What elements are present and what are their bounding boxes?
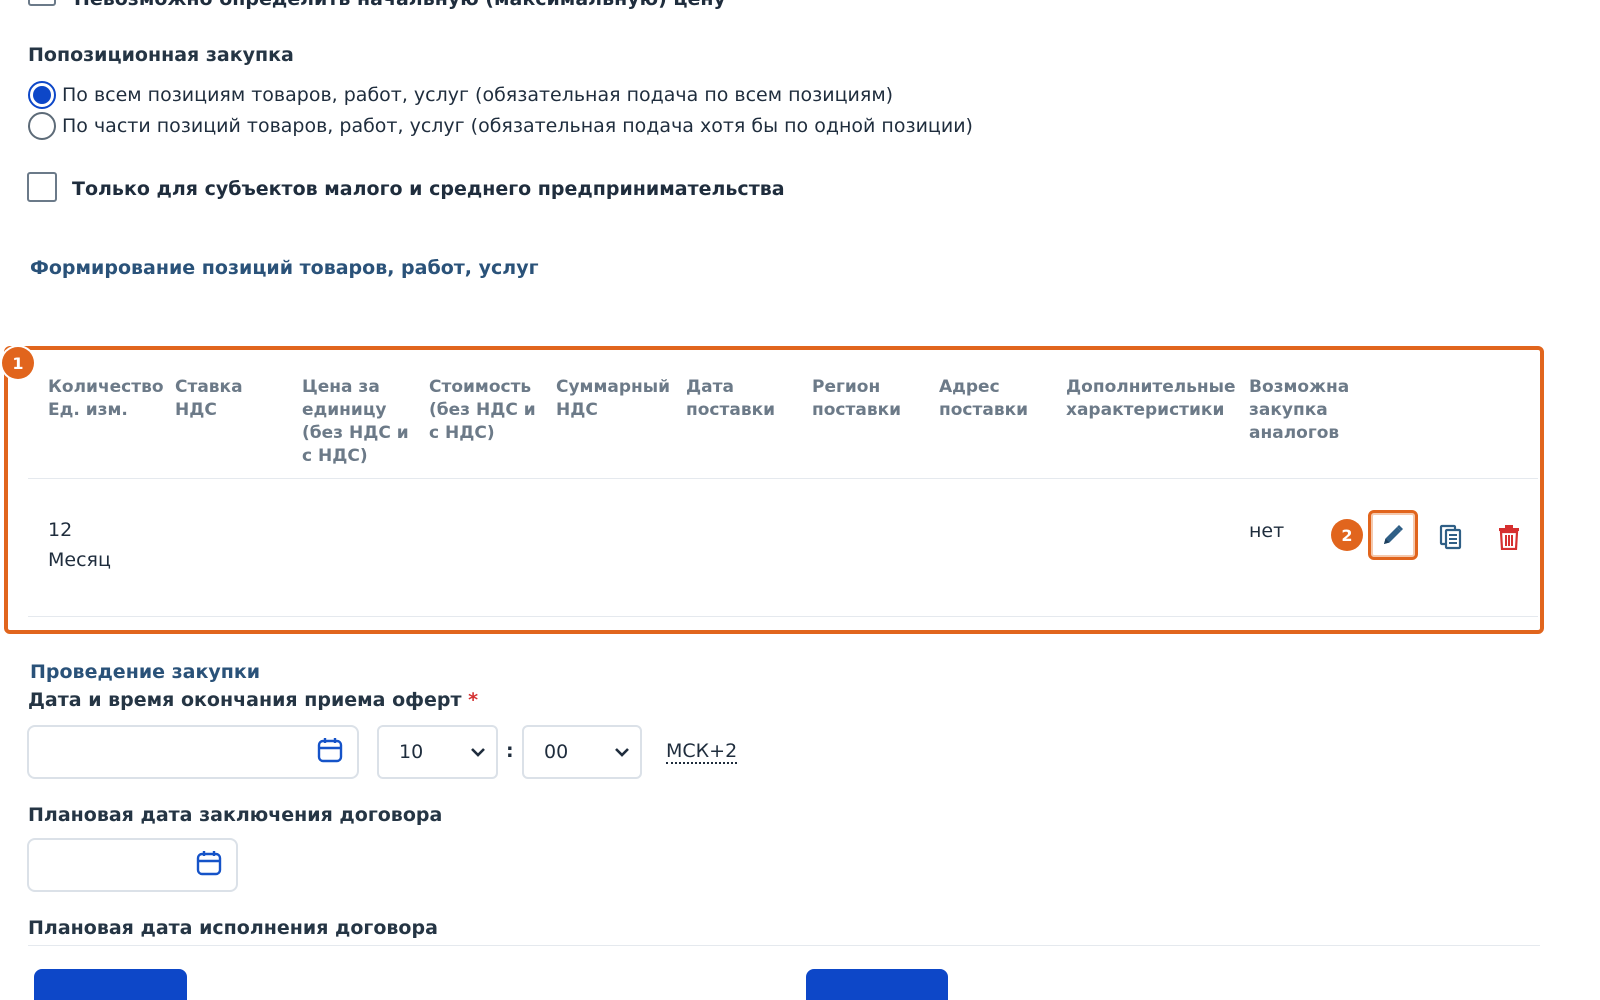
column-header-total-vat: Суммарный НДС bbox=[556, 377, 671, 420]
procurement-heading: Проведение закупки bbox=[30, 661, 261, 683]
minute-select[interactable]: 00 bbox=[522, 725, 642, 779]
column-header-delivery-region: Регион поставки bbox=[812, 377, 902, 420]
radio-part-positions-label: По части позиций товаров, работ, услуг (… bbox=[62, 115, 973, 137]
purchase-type-heading: Попозиционная закупка bbox=[28, 44, 294, 66]
page: Невозможно определить начальную (максима… bbox=[0, 0, 1600, 1000]
execution-date-label: Плановая дата исполнения договора bbox=[28, 917, 438, 939]
column-header-analogs: Возможна закупка аналогов bbox=[1249, 377, 1350, 443]
bottom-action-button-left[interactable] bbox=[34, 969, 187, 1000]
pencil-icon bbox=[1384, 525, 1403, 544]
edit-position-button[interactable] bbox=[1368, 510, 1418, 560]
column-header-delivery-date: Дата поставки bbox=[686, 377, 776, 420]
copy-position-button[interactable] bbox=[1426, 512, 1476, 562]
hour-select[interactable]: 10 bbox=[377, 725, 498, 779]
max-price-checkbox-label: Невозможно определить начальную (максима… bbox=[74, 0, 726, 10]
deadline-date-input[interactable] bbox=[27, 725, 359, 779]
copy-icon bbox=[1439, 524, 1462, 550]
column-header-quantity: Количество Ед. изм. bbox=[48, 377, 164, 420]
cell-unit: Месяц bbox=[48, 549, 111, 571]
radio-part-positions-control[interactable] bbox=[28, 112, 56, 140]
max-price-checkbox[interactable] bbox=[28, 0, 56, 6]
calendar-icon[interactable] bbox=[317, 737, 343, 763]
sme-checkbox[interactable] bbox=[27, 172, 57, 202]
annotation-badge-2: 2 bbox=[1331, 519, 1363, 551]
table-header-divider bbox=[28, 478, 1538, 479]
column-header-extra-characteristics: Дополнительные характеристики bbox=[1066, 377, 1236, 420]
chevron-down-icon bbox=[615, 748, 629, 757]
bottom-action-button-right[interactable] bbox=[806, 969, 948, 1000]
contract-date-label: Плановая дата заключения договора bbox=[28, 804, 443, 826]
calendar-icon[interactable] bbox=[196, 850, 222, 876]
timezone-label[interactable]: МСК+2 bbox=[666, 740, 738, 764]
contract-date-input[interactable] bbox=[27, 838, 238, 892]
positions-heading: Формирование позиций товаров, работ, усл… bbox=[30, 257, 539, 279]
hour-value: 10 bbox=[399, 741, 424, 763]
delete-position-button[interactable] bbox=[1484, 512, 1534, 562]
time-separator: : bbox=[506, 740, 514, 762]
trash-icon bbox=[1499, 525, 1519, 550]
column-header-unit-price: Цена за единицу (без НДС ис НДС) bbox=[302, 377, 409, 466]
column-header-delivery-address: Адрес поставки bbox=[939, 377, 1029, 420]
annotation-badge-1: 1 bbox=[2, 347, 34, 379]
cell-quantity: 12 bbox=[48, 519, 73, 541]
chevron-down-icon bbox=[471, 748, 485, 757]
execution-date-divider bbox=[28, 945, 1540, 946]
sme-checkbox-label: Только для субъектов малого и среднего п… bbox=[72, 178, 785, 200]
radio-all-positions-control[interactable] bbox=[28, 81, 56, 109]
table-row-divider bbox=[28, 616, 1538, 617]
deadline-label: Дата и время окончания приема оферт * bbox=[28, 689, 479, 711]
column-header-vat-rate: Ставка НДС bbox=[175, 377, 243, 420]
cell-analogs: нет bbox=[1249, 520, 1285, 542]
column-header-cost: Стоимость (без НДС ис НДС) bbox=[429, 377, 536, 443]
minute-value: 00 bbox=[544, 741, 569, 763]
radio-all-positions-label: По всем позициям товаров, работ, услуг (… bbox=[62, 84, 894, 106]
radio-part-positions[interactable]: По части позиций товаров, работ, услуг (… bbox=[28, 112, 973, 140]
required-mark: * bbox=[468, 689, 479, 711]
radio-all-positions[interactable]: По всем позициям товаров, работ, услуг (… bbox=[28, 81, 893, 109]
